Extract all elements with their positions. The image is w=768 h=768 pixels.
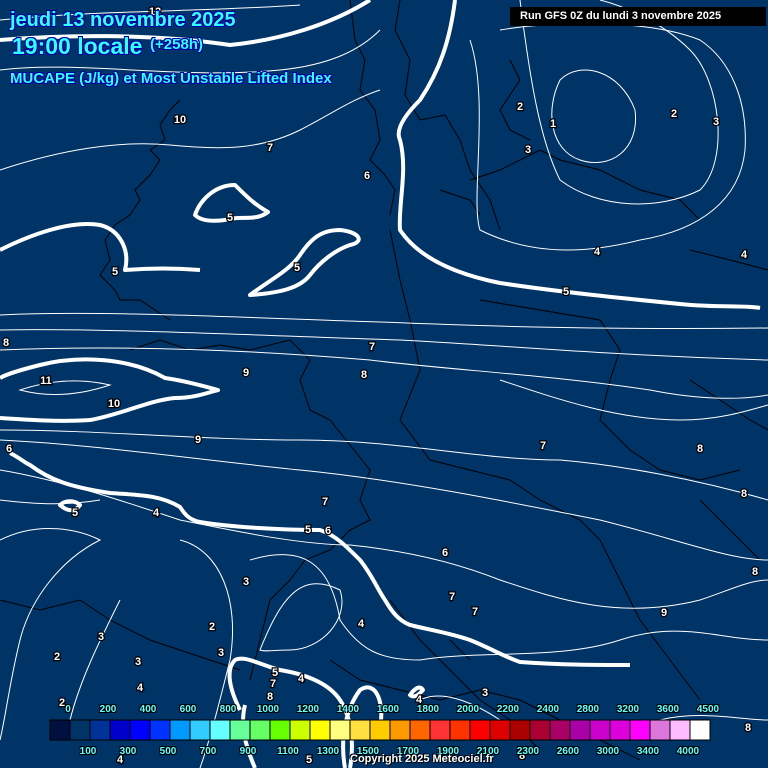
contour-label: 6 (364, 170, 370, 182)
contour-label: 5 (294, 262, 300, 274)
contour-label: 6 (325, 525, 331, 537)
model-run-label: Run GFS 0Z du lundi 3 novembre 2025 (510, 7, 766, 26)
contour-label: 8 (3, 337, 9, 349)
contour-label: 2 (517, 101, 523, 113)
contour-label: 7 (449, 591, 455, 603)
parameter-title: MUCAPE (J/kg) et Most Unstable Lifted In… (10, 70, 332, 87)
contour-label: 8 (267, 691, 273, 703)
contour-label: 7 (472, 606, 478, 618)
contour-labels: 12107655 5213234 458 79 8111096 7 8875 45 663877… (2, 5, 760, 768)
colorbar-label: 3400 (636, 746, 660, 757)
coastline-baltic (469, 59, 701, 221)
colorbar-label: 1000 (256, 704, 280, 715)
colorbar-label: 2800 (576, 704, 600, 715)
contour-label: 5 (227, 212, 233, 224)
contour-label: 9 (243, 367, 249, 379)
colorbar-label: 2000 (456, 704, 480, 715)
contour-label: 3 (713, 116, 719, 128)
colorbar-label: 700 (199, 746, 217, 757)
colorbar-label: 2400 (536, 704, 560, 715)
contour-label: 3 (135, 656, 141, 668)
colorbar-label: 0 (65, 704, 71, 715)
contour-label: 5 (306, 754, 312, 766)
contour-label: 7 (270, 678, 276, 690)
colorbar-label: 1300 (316, 746, 340, 757)
forecast-lead-time: (+258h) (150, 36, 203, 53)
contour-label: 4 (137, 682, 144, 694)
contour-label: 4 (594, 246, 601, 258)
contour-label: 4 (298, 673, 305, 685)
colorbar-label: 600 (179, 704, 197, 715)
contour-label: 8 (741, 488, 747, 500)
colorbar-label: 1800 (416, 704, 440, 715)
contour-label: 3 (482, 687, 488, 699)
contour-label: 6 (442, 547, 448, 559)
colorbar-label: 3000 (596, 746, 620, 757)
map-canvas: 12107655 5213234 458 79 8111096 7 8875 45 663877… (0, 0, 768, 768)
lifted-index-contours (0, 0, 768, 768)
contour-label: 4 (741, 249, 748, 261)
lifted-index-major-contours (0, 0, 761, 768)
colorbar-label: 200 (99, 704, 117, 715)
contour-label: 3 (98, 631, 104, 643)
contour-label: 7 (540, 440, 546, 452)
contour-label: 5 (112, 266, 118, 278)
coastlines-borders (0, 0, 768, 761)
forecast-time: 19:00 locale (12, 33, 143, 59)
colorbar-label: 2300 (516, 746, 540, 757)
contour-label: 4 (358, 618, 365, 630)
contour-label: 5 (563, 286, 569, 298)
colorbar-label: 4500 (696, 704, 720, 715)
border-central-europe (389, 229, 741, 701)
contour-label: 2 (671, 108, 677, 120)
contour-label: 8 (361, 369, 367, 381)
contour-label: 7 (369, 341, 375, 353)
coastline-iberia-med (0, 599, 641, 761)
contour-label: 7 (267, 142, 273, 154)
contour-label: 10 (108, 398, 120, 410)
contour-label: 9 (195, 434, 201, 446)
contour-label: 1 (550, 118, 556, 130)
contour-label: 8 (745, 722, 751, 734)
contour-label: 3 (525, 144, 531, 156)
colorbar-label: 4000 (676, 746, 700, 757)
colorbar-label: 1100 (277, 746, 299, 757)
border-france (219, 339, 371, 681)
weather-map: 12 10 7 6 5 5 5 2 1 3 2 3 4 4 5 8 7 9 8 11 10 9 6 7 8 8 7 5 4 5 6 6 3 8 7 7… (0, 0, 768, 768)
colorbar-label: 500 (159, 746, 177, 757)
coastline-uk (99, 99, 221, 351)
colorbar-label: 3600 (656, 704, 680, 715)
contour-label: 11 (40, 375, 52, 387)
colorbar-label: 900 (239, 746, 257, 757)
contour-label: 8 (697, 443, 703, 455)
contour-label: 5 (305, 524, 311, 536)
colorbar-label: 800 (219, 704, 237, 715)
colorbar-label: 300 (119, 746, 137, 757)
contour-label: 3 (243, 576, 249, 588)
contour-label: 2 (59, 697, 65, 709)
forecast-date: jeudi 13 novembre 2025 (10, 9, 236, 31)
contour-label: 10 (174, 114, 186, 126)
contour-label: 9 (661, 607, 667, 619)
contour-label: 2 (209, 621, 215, 633)
colorbar-label: 1400 (336, 704, 360, 715)
contour-label: 5 (72, 507, 78, 519)
copyright: Copyright 2025 Meteociel.fr (350, 753, 494, 765)
colorbar-label: 1200 (296, 704, 320, 715)
coastline-east (689, 249, 768, 561)
contour-label: 3 (218, 647, 224, 659)
colorbar-label: 2200 (496, 704, 520, 715)
contour-label: 7 (322, 496, 328, 508)
colorbar-label: 3200 (616, 704, 640, 715)
colorbar-label: 1600 (376, 704, 400, 715)
contour-label: 4 (153, 507, 160, 519)
colorbar-label: 400 (139, 704, 157, 715)
contour-label: 8 (752, 566, 758, 578)
contour-label: 6 (6, 443, 12, 455)
colorbar-label: 2600 (556, 746, 580, 757)
colorbar-label: 100 (79, 746, 97, 757)
contour-label: 2 (54, 651, 60, 663)
